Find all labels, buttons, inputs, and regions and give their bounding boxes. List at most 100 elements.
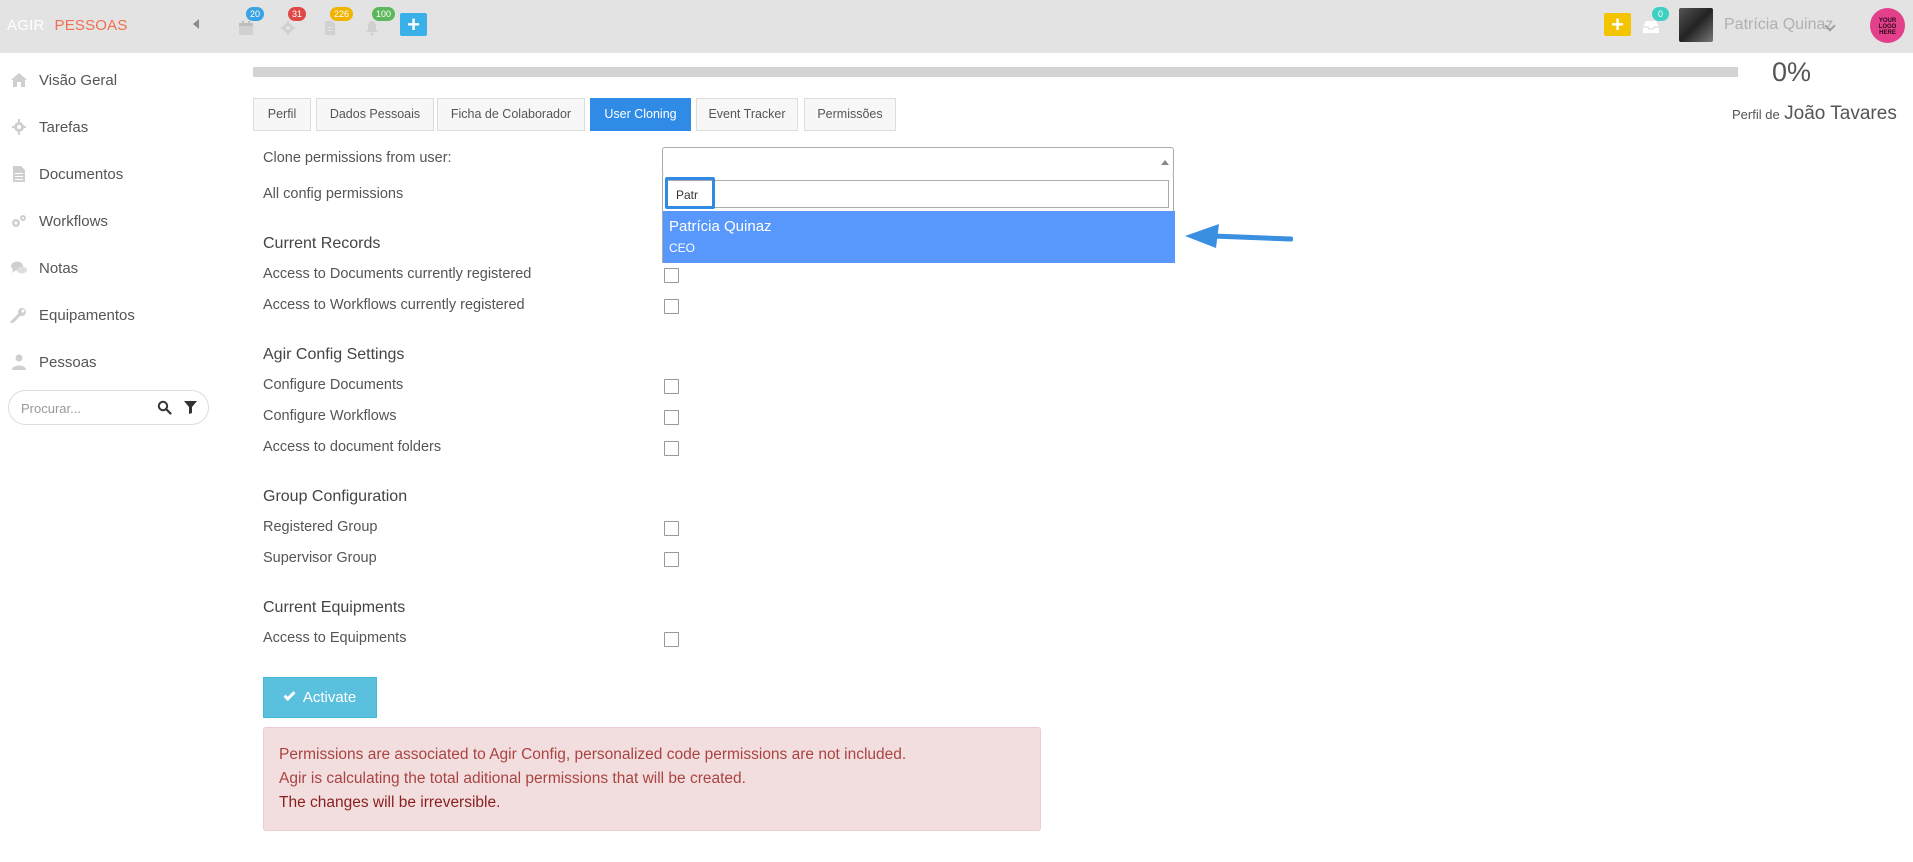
dropdown-search-wrapper: [667, 180, 1169, 208]
documents-badge: 226: [330, 7, 354, 21]
warning-alert: Permissions are associated to Agir Confi…: [263, 727, 1041, 831]
access-documents-label: Access to Documents currently registered: [263, 266, 532, 282]
comments-icon: [11, 261, 27, 274]
sidebar-item-equipamentos[interactable]: Equipamentos: [0, 295, 220, 335]
bell-icon: [366, 21, 378, 36]
sidebar-search: [8, 390, 209, 425]
brand-pessoas: PESSOAS: [54, 17, 128, 34]
registered-group-label: Registered Group: [263, 519, 378, 535]
tab-dados-pessoais[interactable]: Dados Pessoais: [316, 98, 434, 131]
access-folders-checkbox[interactable]: [664, 441, 679, 456]
access-equipments-checkbox[interactable]: [664, 632, 679, 647]
alert-line-2: Agir is calculating the total aditional …: [279, 770, 746, 787]
bell-notification[interactable]: 100: [362, 7, 396, 38]
clone-permissions-label: Clone permissions from user:: [263, 150, 452, 166]
configure-workflows-checkbox[interactable]: [664, 410, 679, 425]
calendar-icon: [239, 21, 253, 35]
sidebar-item-label: Visão Geral: [39, 72, 118, 89]
option-user-name: Patrícia Quinaz: [669, 218, 772, 235]
progress-percentage: 0%: [1772, 57, 1812, 87]
calendar-notification[interactable]: 20: [236, 7, 265, 38]
profile-name: João Tavares: [1784, 103, 1897, 124]
brand-logo[interactable]: AGIR PESSOAS: [7, 17, 128, 34]
quick-add-button[interactable]: +: [1604, 13, 1631, 36]
sidebar-item-visao-geral[interactable]: Visão Geral: [0, 60, 220, 100]
profile-prefix: Perfil de: [1732, 107, 1780, 122]
registered-group-checkbox[interactable]: [664, 521, 679, 536]
search-icon[interactable]: [157, 400, 172, 415]
add-button[interactable]: +: [400, 13, 427, 36]
dropdown-search-input[interactable]: [676, 186, 1156, 204]
configure-workflows-label: Configure Workflows: [263, 408, 397, 424]
tab-event-tracker[interactable]: Event Tracker: [696, 98, 798, 131]
gear-icon: [12, 119, 26, 135]
sidebar-item-documentos[interactable]: Documentos: [0, 154, 220, 194]
search-focus-highlight: [665, 177, 715, 209]
activate-button[interactable]: Activate: [263, 677, 377, 718]
sidebar-item-label: Workflows: [39, 213, 108, 230]
section-current-records: Current Records: [263, 235, 381, 252]
tab-perfil[interactable]: Perfil: [253, 98, 311, 131]
filter-icon[interactable]: [184, 401, 197, 414]
supervisor-group-label: Supervisor Group: [263, 550, 377, 566]
home-icon: [11, 73, 27, 87]
access-equipments-label: Access to Equipments: [263, 630, 407, 646]
document-icon: [13, 166, 25, 182]
wrench-icon: [10, 308, 26, 323]
access-workflows-label: Access to Workflows currently registered: [263, 297, 525, 313]
section-agir-config-settings: Agir Config Settings: [263, 346, 405, 363]
access-documents-checkbox[interactable]: [664, 268, 679, 283]
section-group-configuration: Group Configuration: [263, 488, 408, 505]
tasks-notification[interactable]: 31: [278, 7, 307, 38]
sidebar-item-pessoas[interactable]: Pessoas: [0, 342, 220, 382]
caret-up-icon: [1161, 160, 1169, 165]
inbox-notification[interactable]: 0: [1640, 7, 1669, 38]
clone-user-select[interactable]: [662, 147, 1174, 176]
tab-permissoes[interactable]: Permissões: [804, 98, 896, 131]
brand-agir: AGIR: [7, 17, 45, 34]
option-user-role: CEO: [669, 241, 696, 255]
avatar[interactable]: [1679, 8, 1713, 42]
configure-documents-checkbox[interactable]: [664, 379, 679, 394]
sidebar-collapse-icon[interactable]: [193, 19, 199, 29]
company-logo: YOUR LOGO HERE: [1870, 8, 1905, 43]
profile-progress-bar: [253, 67, 1738, 77]
profile-owner: Perfil de João Tavares: [1732, 103, 1897, 125]
tab-user-cloning[interactable]: User Cloning: [590, 98, 691, 131]
user-select-dropdown: Patrícia Quinaz CEO: [662, 175, 1175, 263]
tab-ficha-de-colaborador[interactable]: Ficha de Colaborador: [437, 98, 585, 131]
sidebar-item-label: Pessoas: [39, 354, 97, 371]
all-config-permissions-label: All config permissions: [263, 186, 404, 202]
tasks-badge: 31: [288, 7, 307, 21]
sidebar-item-tarefas[interactable]: Tarefas: [0, 107, 220, 147]
gear-icon: [281, 21, 295, 35]
alert-line-3: The changes will be irreversible.: [279, 794, 501, 811]
configure-documents-label: Configure Documents: [263, 377, 404, 393]
inbox-icon: [1643, 21, 1659, 33]
sidebar-item-workflows[interactable]: Workflows: [0, 201, 220, 241]
sidebar-item-label: Documentos: [39, 166, 124, 183]
activate-label: Activate: [302, 689, 357, 706]
sidebar-item-label: Notas: [39, 260, 79, 277]
section-current-equipments: Current Equipments: [263, 599, 406, 616]
user-icon: [12, 354, 26, 370]
bell-badge: 100: [372, 7, 396, 21]
top-bar: AGIR PESSOAS 20 31 226 100 + + 0 Patrícia…: [0, 0, 1913, 53]
dropdown-option-user[interactable]: Patrícia Quinaz CEO: [663, 211, 1175, 263]
sidebar: Visão Geral Tarefas Documentos Workflows…: [0, 53, 220, 862]
document-icon: [325, 21, 335, 35]
access-folders-label: Access to document folders: [263, 439, 442, 455]
cogs-icon: [12, 215, 26, 227]
alert-line-1: Permissions are associated to Agir Confi…: [279, 746, 907, 763]
supervisor-group-checkbox[interactable]: [664, 552, 679, 567]
sidebar-item-label: Equipamentos: [39, 307, 135, 324]
search-input[interactable]: [21, 399, 146, 417]
documents-notification[interactable]: 226: [320, 7, 354, 38]
annotation-arrow-icon: [1185, 224, 1293, 248]
user-name[interactable]: Patrícia Quinaz: [1724, 16, 1833, 34]
sidebar-item-notas[interactable]: Notas: [0, 248, 220, 288]
calendar-badge: 20: [246, 7, 265, 21]
access-workflows-checkbox[interactable]: [664, 299, 679, 314]
checkmark-icon: [283, 688, 296, 702]
inbox-badge: 0: [1652, 7, 1669, 21]
